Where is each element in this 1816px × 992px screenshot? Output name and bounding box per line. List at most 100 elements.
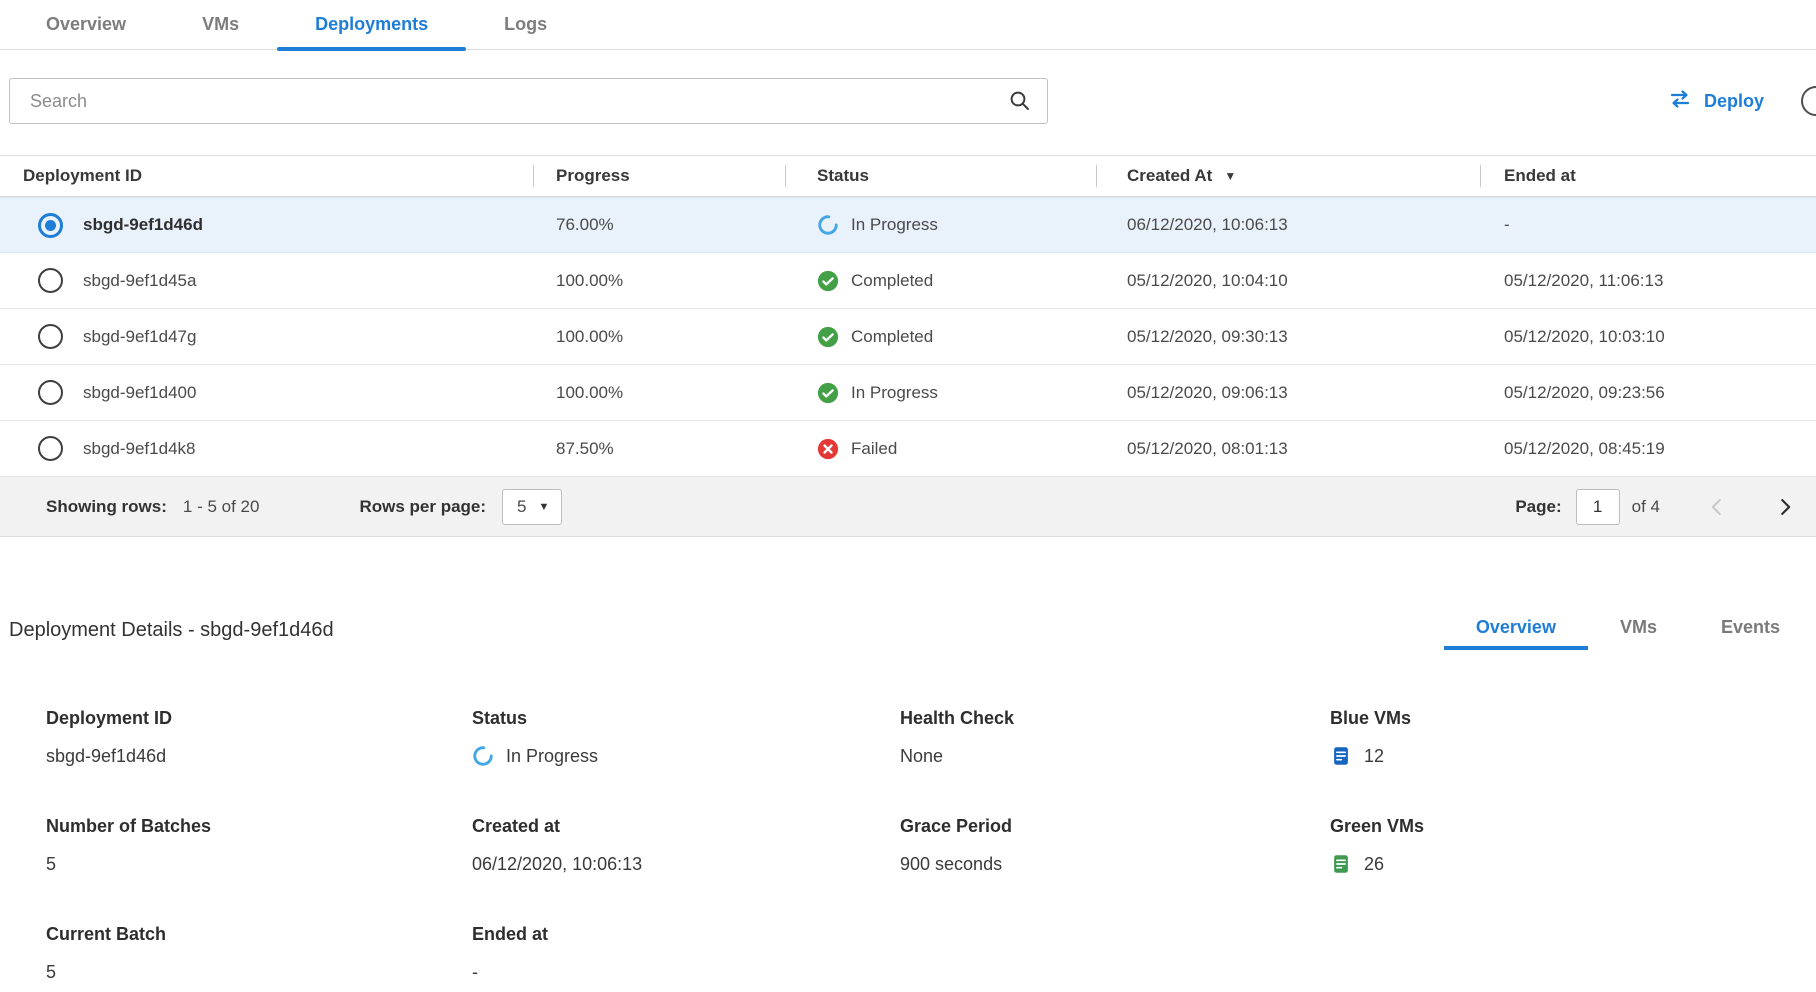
field-value: 5 xyxy=(46,854,56,875)
field-value: 12 xyxy=(1364,746,1384,767)
sort-desc-icon[interactable]: ▼ xyxy=(1224,169,1236,183)
field-label: Created at xyxy=(472,816,900,838)
created-at: 05/12/2020, 09:30:13 xyxy=(1096,327,1480,347)
detail-field-number-of-batches: Number of Batches5 xyxy=(46,816,472,876)
clipped-circle-icon[interactable] xyxy=(1801,86,1816,116)
status-cell: Completed xyxy=(785,326,1096,348)
status-cell: In Progress xyxy=(785,382,1096,404)
field-value: - xyxy=(472,962,478,983)
column-header-status: Status xyxy=(785,156,1096,196)
deployment-id: sbgd-9ef1d46d xyxy=(83,215,203,235)
field-value: 06/12/2020, 10:06:13 xyxy=(472,854,642,875)
details-header: Deployment Details - sbgd-9ef1d46d Overv… xyxy=(9,617,1812,650)
field-value-row: 900 seconds xyxy=(900,852,1330,876)
status-in-progress-icon xyxy=(472,745,494,767)
row-radio[interactable] xyxy=(38,380,63,405)
rows-per-page-value: 5 xyxy=(517,497,526,517)
created-at: 05/12/2020, 10:04:10 xyxy=(1096,271,1480,291)
search-input[interactable] xyxy=(9,78,1048,124)
created-at: 06/12/2020, 10:06:13 xyxy=(1096,215,1480,235)
details-grid: Deployment IDsbgd-9ef1d46dStatusIn Progr… xyxy=(0,708,1816,984)
blue-vm-icon xyxy=(1330,745,1352,767)
deployments-table: Deployment ID Progress Status Created At… xyxy=(0,155,1816,477)
status-cell: Failed xyxy=(785,438,1096,460)
row-radio[interactable] xyxy=(38,324,63,349)
rows-per-page-select[interactable]: 5 ▼ xyxy=(502,489,562,525)
next-page-icon[interactable] xyxy=(1774,496,1796,518)
table-row[interactable]: sbgd-9ef1d4k8 87.50% Failed 05/12/2020, … xyxy=(0,421,1816,477)
detail-field-status: StatusIn Progress xyxy=(472,708,900,768)
deployment-id: sbgd-9ef1d45a xyxy=(83,271,196,291)
status-failed-icon xyxy=(817,438,839,460)
detail-field-green-vms: Green VMs 26 xyxy=(1330,816,1816,876)
deployment-id: sbgd-9ef1d4k8 xyxy=(83,439,195,459)
progress-value: 87.50% xyxy=(533,439,785,459)
field-value-row: 26 xyxy=(1330,852,1816,876)
status-completed-icon xyxy=(817,326,839,348)
field-label: Blue VMs xyxy=(1330,708,1816,730)
ended-at: - xyxy=(1480,215,1816,235)
field-label: Grace Period xyxy=(900,816,1330,838)
column-label: Deployment ID xyxy=(23,166,142,186)
status-in-progress-icon xyxy=(817,214,839,236)
detail-field-deployment-id: Deployment IDsbgd-9ef1d46d xyxy=(46,708,472,768)
field-value-row: None xyxy=(900,744,1330,768)
field-label: Current Batch xyxy=(46,924,472,946)
pagination-bar: Showing rows: 1 - 5 of 20 Rows per page:… xyxy=(0,477,1816,537)
deployment-id-cell: sbgd-9ef1d45a xyxy=(0,268,533,293)
row-radio[interactable] xyxy=(38,213,63,238)
deploy-swap-arrows-icon xyxy=(1668,87,1692,116)
table-header: Deployment ID Progress Status Created At… xyxy=(0,155,1816,197)
column-label: Ended at xyxy=(1504,166,1576,186)
deployment-id-cell: sbgd-9ef1d46d xyxy=(0,213,533,238)
details-tab-vms[interactable]: VMs xyxy=(1588,617,1689,650)
tab-deployments[interactable]: Deployments xyxy=(277,0,466,49)
status-label: In Progress xyxy=(851,383,938,403)
field-label: Green VMs xyxy=(1330,816,1816,838)
rows-per-page-label: Rows per page: xyxy=(359,497,486,517)
field-value: 900 seconds xyxy=(900,854,1002,875)
previous-page-icon[interactable] xyxy=(1706,496,1728,518)
field-value: 5 xyxy=(46,962,56,983)
status-label: Completed xyxy=(851,271,933,291)
row-radio[interactable] xyxy=(38,268,63,293)
table-row[interactable]: sbgd-9ef1d46d 76.00% In Progress 06/12/2… xyxy=(0,197,1816,253)
showing-rows-label: Showing rows: xyxy=(46,497,167,517)
status-completed-icon xyxy=(817,270,839,292)
column-header-ended-at: Ended at xyxy=(1480,156,1816,196)
details-tab-events[interactable]: Events xyxy=(1689,617,1812,650)
column-label: Status xyxy=(817,166,869,186)
detail-field-created-at: Created at 06/12/2020, 10:06:13 xyxy=(472,816,900,876)
ended-at: 05/12/2020, 09:23:56 xyxy=(1480,383,1816,403)
field-value: In Progress xyxy=(506,746,598,767)
created-at: 05/12/2020, 09:06:13 xyxy=(1096,383,1480,403)
tab-overview[interactable]: Overview xyxy=(8,0,164,49)
table-row[interactable]: sbgd-9ef1d400 100.00% In Progress 05/12/… xyxy=(0,365,1816,421)
detail-field-ended-at: Ended at- xyxy=(472,924,900,984)
tab-logs[interactable]: Logs xyxy=(466,0,585,49)
status-cell: In Progress xyxy=(785,214,1096,236)
deploy-button[interactable]: Deploy xyxy=(1668,87,1764,116)
table-row[interactable]: sbgd-9ef1d47g 100.00% Completed 05/12/20… xyxy=(0,309,1816,365)
detail-field-current-batch: Current Batch 5 xyxy=(46,924,472,984)
tab-vms[interactable]: VMs xyxy=(164,0,277,49)
deployment-id: sbgd-9ef1d400 xyxy=(83,383,196,403)
row-radio[interactable] xyxy=(38,436,63,461)
details-tab-overview[interactable]: Overview xyxy=(1444,617,1588,650)
top-tab-bar: OverviewVMsDeploymentsLogs xyxy=(0,0,1816,50)
toolbar: Deploy xyxy=(0,78,1816,124)
status-completed-icon xyxy=(817,382,839,404)
field-value: 26 xyxy=(1364,854,1384,875)
field-value-row: 12 xyxy=(1330,744,1816,768)
progress-value: 100.00% xyxy=(533,383,785,403)
field-value-row: sbgd-9ef1d46d xyxy=(46,744,472,768)
created-at: 05/12/2020, 08:01:13 xyxy=(1096,439,1480,459)
chevron-down-icon: ▼ xyxy=(539,501,550,513)
table-row[interactable]: sbgd-9ef1d45a 100.00% Completed 05/12/20… xyxy=(0,253,1816,309)
column-header-progress: Progress xyxy=(533,156,785,196)
page-number-input[interactable] xyxy=(1576,489,1620,525)
page-label: Page: xyxy=(1515,497,1561,517)
field-value-row: In Progress xyxy=(472,744,900,768)
column-header-created-at[interactable]: Created At▼ xyxy=(1096,156,1480,196)
search-icon[interactable] xyxy=(1008,89,1032,113)
